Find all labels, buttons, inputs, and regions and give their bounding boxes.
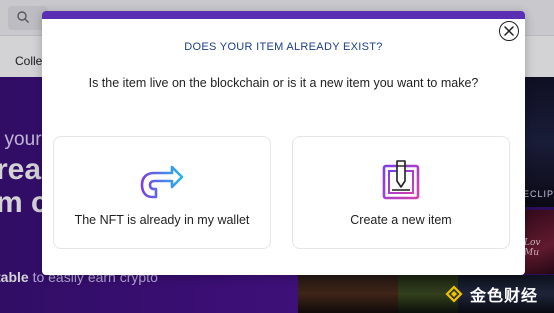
watermark-logo-icon [445, 285, 463, 303]
redirect-arrow-icon [54, 157, 270, 201]
item-exists-dialog: DOES YOUR ITEM ALREADY EXIST? Is the ite… [42, 11, 525, 275]
option-label: Create a new item [350, 213, 452, 227]
modal-accent-bar [42, 11, 525, 19]
edit-item-icon [293, 157, 509, 201]
option-existing-nft[interactable]: The NFT is already in my wallet [53, 136, 271, 249]
watermark-text: 金色财经 [470, 286, 539, 305]
option-label: The NFT is already in my wallet [74, 213, 250, 227]
dialog-title: DOES YOUR ITEM ALREADY EXIST? [184, 41, 383, 53]
option-create-item[interactable]: Create a new item [292, 136, 510, 249]
close-icon [504, 26, 514, 36]
close-button[interactable] [499, 21, 519, 41]
dialog-subtitle: Is the item live on the blockchain or is… [88, 76, 479, 90]
watermark: 金色财经 [444, 282, 554, 306]
